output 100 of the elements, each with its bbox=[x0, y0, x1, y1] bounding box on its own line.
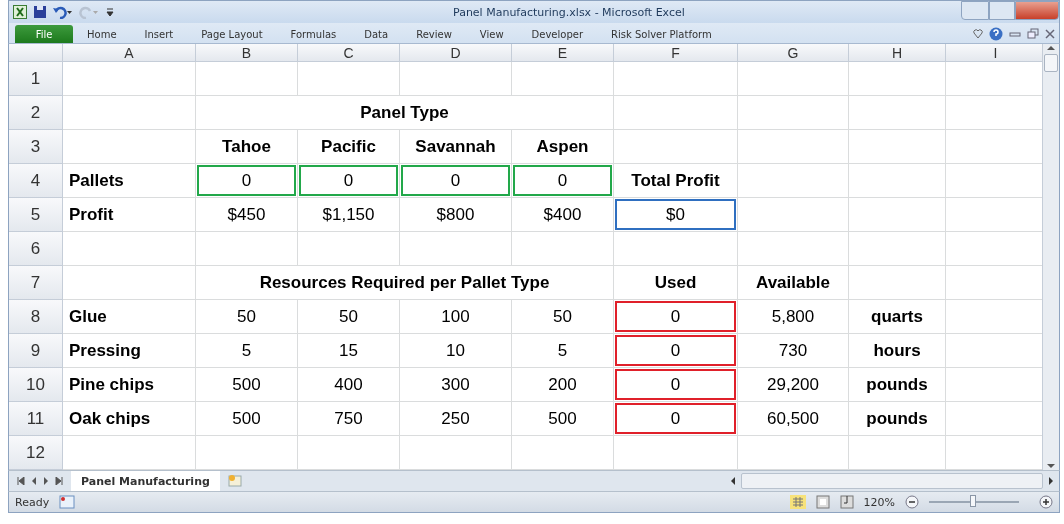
column-header[interactable]: I bbox=[946, 44, 1042, 62]
table-cell: 0 bbox=[298, 164, 400, 198]
column-header[interactable]: F bbox=[614, 44, 738, 62]
column-header[interactable]: C bbox=[298, 44, 400, 62]
table-cell: Pressing bbox=[63, 334, 196, 368]
ribbon-tab[interactable]: Developer bbox=[517, 25, 597, 43]
table-cell: $0 bbox=[614, 198, 738, 232]
ribbon-tab[interactable]: Page Layout bbox=[187, 25, 277, 43]
column-header[interactable]: H bbox=[849, 44, 946, 62]
macro-record-icon[interactable] bbox=[59, 495, 76, 509]
scroll-right-icon[interactable] bbox=[1047, 476, 1055, 486]
dropdown-icon[interactable] bbox=[105, 5, 115, 19]
row-header[interactable]: 2 bbox=[9, 96, 63, 130]
ribbon-tab[interactable]: Home bbox=[73, 25, 131, 43]
table-cell: $450 bbox=[196, 198, 298, 232]
ribbon-tab[interactable]: Data bbox=[350, 25, 403, 43]
table-cell: 400 bbox=[298, 368, 400, 402]
row-header[interactable]: 4 bbox=[9, 164, 63, 198]
ribbon-tab[interactable]: Insert bbox=[130, 25, 188, 43]
first-sheet-icon[interactable] bbox=[17, 477, 25, 485]
row-header[interactable]: 7 bbox=[9, 266, 63, 300]
status-text: Ready bbox=[15, 495, 50, 509]
table-cell: 15 bbox=[298, 334, 400, 368]
scrollbar-thumb[interactable] bbox=[1044, 54, 1058, 72]
column-header[interactable]: D bbox=[400, 44, 512, 62]
ribbon-tab[interactable]: Risk Solver Platform bbox=[597, 25, 726, 43]
row-header[interactable]: 3 bbox=[9, 130, 63, 164]
table-cell: hours bbox=[849, 334, 946, 368]
table-cell: Tahoe bbox=[196, 130, 298, 164]
previous-sheet-icon[interactable] bbox=[31, 477, 37, 485]
row-header[interactable]: 6 bbox=[9, 232, 63, 266]
column-header[interactable]: B bbox=[196, 44, 298, 62]
zoom-in-icon[interactable] bbox=[1039, 495, 1053, 509]
horizontal-scrollbar[interactable] bbox=[741, 473, 1043, 489]
table-cell: 50 bbox=[196, 300, 298, 334]
row-header[interactable]: 8 bbox=[9, 300, 63, 334]
table-cell: Oak chips bbox=[63, 402, 196, 436]
table-cell: 0 bbox=[614, 334, 738, 368]
table-cell: 0 bbox=[512, 164, 614, 198]
table-cell: 750 bbox=[298, 402, 400, 436]
table-cell: Panel Type bbox=[196, 96, 614, 130]
heart-icon[interactable] bbox=[973, 29, 983, 39]
table-cell: 5 bbox=[512, 334, 614, 368]
zoom-out-icon[interactable] bbox=[905, 495, 919, 509]
next-sheet-icon[interactable] bbox=[43, 477, 49, 485]
save-icon[interactable] bbox=[33, 5, 47, 19]
table-cell: Total Profit bbox=[614, 164, 738, 198]
file-tab[interactable]: File bbox=[15, 25, 73, 43]
ribbon-tab[interactable]: Review bbox=[402, 25, 466, 43]
ribbon-tab[interactable]: View bbox=[465, 25, 518, 43]
table-cell: pounds bbox=[849, 368, 946, 402]
table-cell: $400 bbox=[512, 198, 614, 232]
row-header[interactable]: 11 bbox=[9, 402, 63, 436]
page-break-view-icon[interactable] bbox=[839, 495, 854, 509]
window-title: Panel Manufacturing.xlsx - Microsoft Excel bbox=[453, 5, 686, 19]
table-cell: 250 bbox=[400, 402, 512, 436]
help-icon[interactable] bbox=[989, 27, 1003, 41]
zoom-level[interactable]: 120% bbox=[863, 495, 895, 509]
column-header[interactable]: G bbox=[738, 44, 849, 62]
last-sheet-icon[interactable] bbox=[55, 477, 63, 485]
table-cell: $800 bbox=[400, 198, 512, 232]
row-header[interactable]: 10 bbox=[9, 368, 63, 402]
row-header[interactable]: 5 bbox=[9, 198, 63, 232]
restore-icon[interactable] bbox=[1027, 28, 1039, 40]
row-header[interactable]: 12 bbox=[9, 436, 63, 470]
table-cell: 100 bbox=[400, 300, 512, 334]
normal-view-icon[interactable] bbox=[789, 495, 806, 509]
sheet-tab[interactable]: Panel Manufacturing bbox=[71, 471, 220, 491]
table-cell: 5 bbox=[196, 334, 298, 368]
row-header[interactable]: 9 bbox=[9, 334, 63, 368]
ribbon-tab[interactable]: Formulas bbox=[276, 25, 351, 43]
table-cell: 300 bbox=[400, 368, 512, 402]
table-cell: Pacific bbox=[298, 130, 400, 164]
table-cell: 0 bbox=[614, 300, 738, 334]
close-button[interactable] bbox=[1015, 1, 1059, 20]
page-layout-view-icon[interactable] bbox=[815, 495, 830, 509]
close-icon[interactable] bbox=[1045, 29, 1055, 39]
table-cell: 0 bbox=[196, 164, 298, 198]
table-cell: 500 bbox=[196, 368, 298, 402]
table-cell: 730 bbox=[738, 334, 849, 368]
undo-icon[interactable] bbox=[53, 5, 73, 19]
column-header[interactable]: E bbox=[512, 44, 614, 62]
redo-icon bbox=[79, 5, 99, 19]
table-cell: $1,150 bbox=[298, 198, 400, 232]
table-cell: 500 bbox=[196, 402, 298, 436]
table-cell: 0 bbox=[400, 164, 512, 198]
table-cell: 29,200 bbox=[738, 368, 849, 402]
table-cell: Available bbox=[738, 266, 849, 300]
slider-thumb[interactable] bbox=[970, 495, 976, 507]
excel-icon[interactable] bbox=[13, 5, 27, 19]
row-header[interactable]: 1 bbox=[9, 62, 63, 96]
table-cell: Used bbox=[614, 266, 738, 300]
table-cell: 5,800 bbox=[738, 300, 849, 334]
table-cell: Savannah bbox=[400, 130, 512, 164]
table-cell: 50 bbox=[298, 300, 400, 334]
table-cell: Aspen bbox=[512, 130, 614, 164]
column-header[interactable]: A bbox=[63, 44, 196, 62]
minimize-icon[interactable] bbox=[1009, 29, 1021, 39]
scroll-left-icon[interactable] bbox=[729, 476, 737, 486]
table-cell: Pine chips bbox=[63, 368, 196, 402]
